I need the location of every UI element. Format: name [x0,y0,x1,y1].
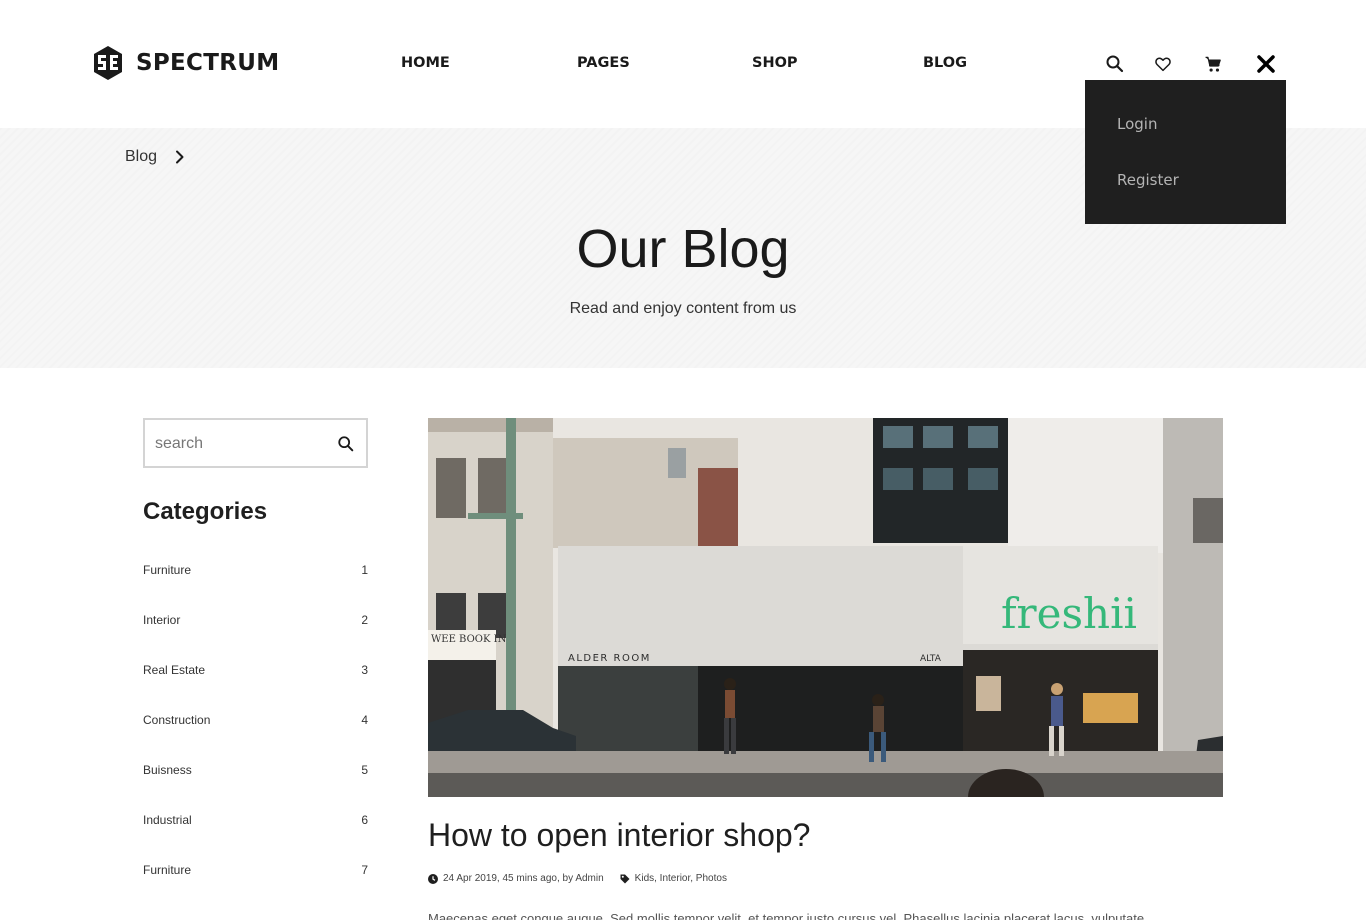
close-icon[interactable] [1254,52,1278,76]
search-icon[interactable] [1103,52,1127,76]
category-link[interactable]: Furniture [143,863,191,877]
post-title[interactable]: How to open interior shop? [428,817,810,854]
sign-wee-book-inn: WEE BOOK INN [431,634,515,645]
brand-name: SPECTRUM [136,50,280,76]
post-date-author: 24 Apr 2019, 45 mins ago, by Admin [443,873,604,884]
breadcrumb-blog[interactable]: Blog [125,148,157,166]
category-link[interactable]: Real Estate [143,663,205,677]
category-link[interactable]: Furniture [143,563,191,577]
category-item: Industrial 6 [143,813,368,863]
category-count: 6 [361,813,368,827]
sign-alta: ALTA [920,654,942,664]
post-tag-list[interactable]: Kids, Interior, Photos [635,873,727,884]
category-item: Interior 2 [143,613,368,663]
nav-home[interactable]: HOME [401,55,450,71]
sign-alder-room: ALDER ROOM [568,653,651,664]
register-link[interactable]: Register [1117,171,1179,189]
logo[interactable]: SPECTRUM [92,46,279,80]
nav-shop[interactable]: SHOP [752,55,798,71]
breadcrumb: Blog [125,148,185,166]
storefront-photo: WEE BOOK INN ALDER ROOM ALTA freshii [428,418,1223,797]
category-item: Real Estate 3 [143,663,368,713]
categories-heading: Categories [143,498,268,525]
category-list: Furniture 1 Interior 2 Real Estate 3 Con… [143,563,368,913]
category-link[interactable]: Industrial [143,813,192,827]
heart-icon[interactable] [1151,52,1175,76]
post-meta: 24 Apr 2019, 45 mins ago, by Admin Kids,… [428,873,727,884]
login-link[interactable]: Login [1117,115,1157,133]
category-count: 1 [361,563,368,577]
category-item: Furniture 1 [143,563,368,613]
post-excerpt: Maecenas eget congue augue. Sed mollis t… [428,911,1145,920]
category-count: 3 [361,663,368,677]
sidebar-search [143,418,368,468]
search-icon[interactable] [334,432,358,456]
nav-pages[interactable]: PAGES [577,55,630,71]
post-date: 24 Apr 2019, 45 mins ago, by Admin [428,873,604,884]
category-count: 5 [361,763,368,777]
post-image[interactable]: WEE BOOK INN ALDER ROOM ALTA freshii [428,418,1223,797]
spectrum-logo-icon [94,46,122,80]
category-link[interactable]: Buisness [143,763,192,777]
category-item: Buisness 5 [143,763,368,813]
category-count: 4 [361,713,368,727]
sign-freshii: freshii [1001,589,1137,638]
page-title: Our Blog [576,219,790,279]
tag-icon [620,874,630,883]
page-subtitle: Read and enjoy content from us [569,300,797,317]
category-item: Construction 4 [143,713,368,763]
category-item: Furniture 7 [143,863,368,913]
nav-blog[interactable]: BLOG [923,55,967,71]
post-tags: Kids, Interior, Photos [620,873,727,884]
search-input[interactable] [155,432,325,456]
category-link[interactable]: Construction [143,713,210,727]
category-count: 2 [361,613,368,627]
account-dropdown: Login Register [1085,80,1286,224]
clock-icon [428,873,438,884]
cart-icon[interactable] [1201,52,1225,76]
category-link[interactable]: Interior [143,613,180,627]
chevron-right-icon [176,150,184,164]
category-count: 7 [361,863,368,877]
